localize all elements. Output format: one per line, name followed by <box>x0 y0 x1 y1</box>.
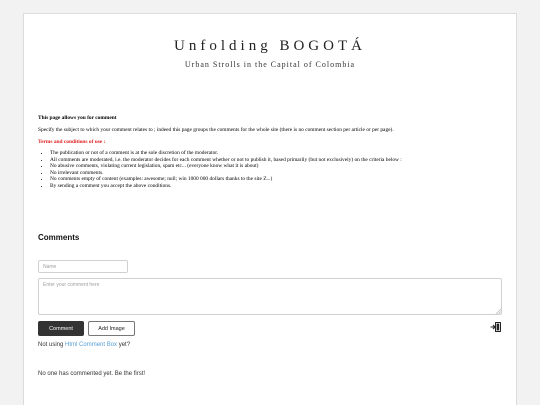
not-using-suffix: yet? <box>118 342 131 348</box>
resize-grip-icon[interactable] <box>495 308 501 314</box>
html-comment-box-link[interactable]: Html Comment Box <box>65 342 117 348</box>
terms-list: The publication or not of a comment is a… <box>38 150 508 189</box>
comment-textarea[interactable] <box>38 278 502 315</box>
add-image-button[interactable]: Add Image <box>88 321 135 336</box>
not-using-note: Not using Html Comment Box yet? <box>38 342 130 348</box>
terms-item: By sending a comment you accept the abov… <box>50 183 508 189</box>
comments-title: Comments <box>38 233 80 242</box>
empty-comments-message: No one has commented yet. Be the first! <box>38 371 146 377</box>
site-subtitle: Urban Strolls in the Capital of Colombia <box>184 60 356 69</box>
page-container: Unfolding BOGOTÁ Urban Strolls in the Ca… <box>23 13 517 405</box>
info-heading: This page allows you for comment <box>38 115 117 121</box>
info-specify: Specify the subject to which your commen… <box>38 127 394 134</box>
login-door-icon[interactable] <box>490 321 502 333</box>
comment-submit-button[interactable]: Comment <box>38 321 84 336</box>
not-using-prefix: Not using <box>38 342 64 348</box>
info-section: This page allows you for comment Specify… <box>38 115 508 189</box>
site-title[interactable]: Unfolding BOGOTÁ <box>24 38 516 55</box>
name-input[interactable] <box>38 260 128 273</box>
terms-title: Terms and conditions of use : <box>38 138 106 145</box>
